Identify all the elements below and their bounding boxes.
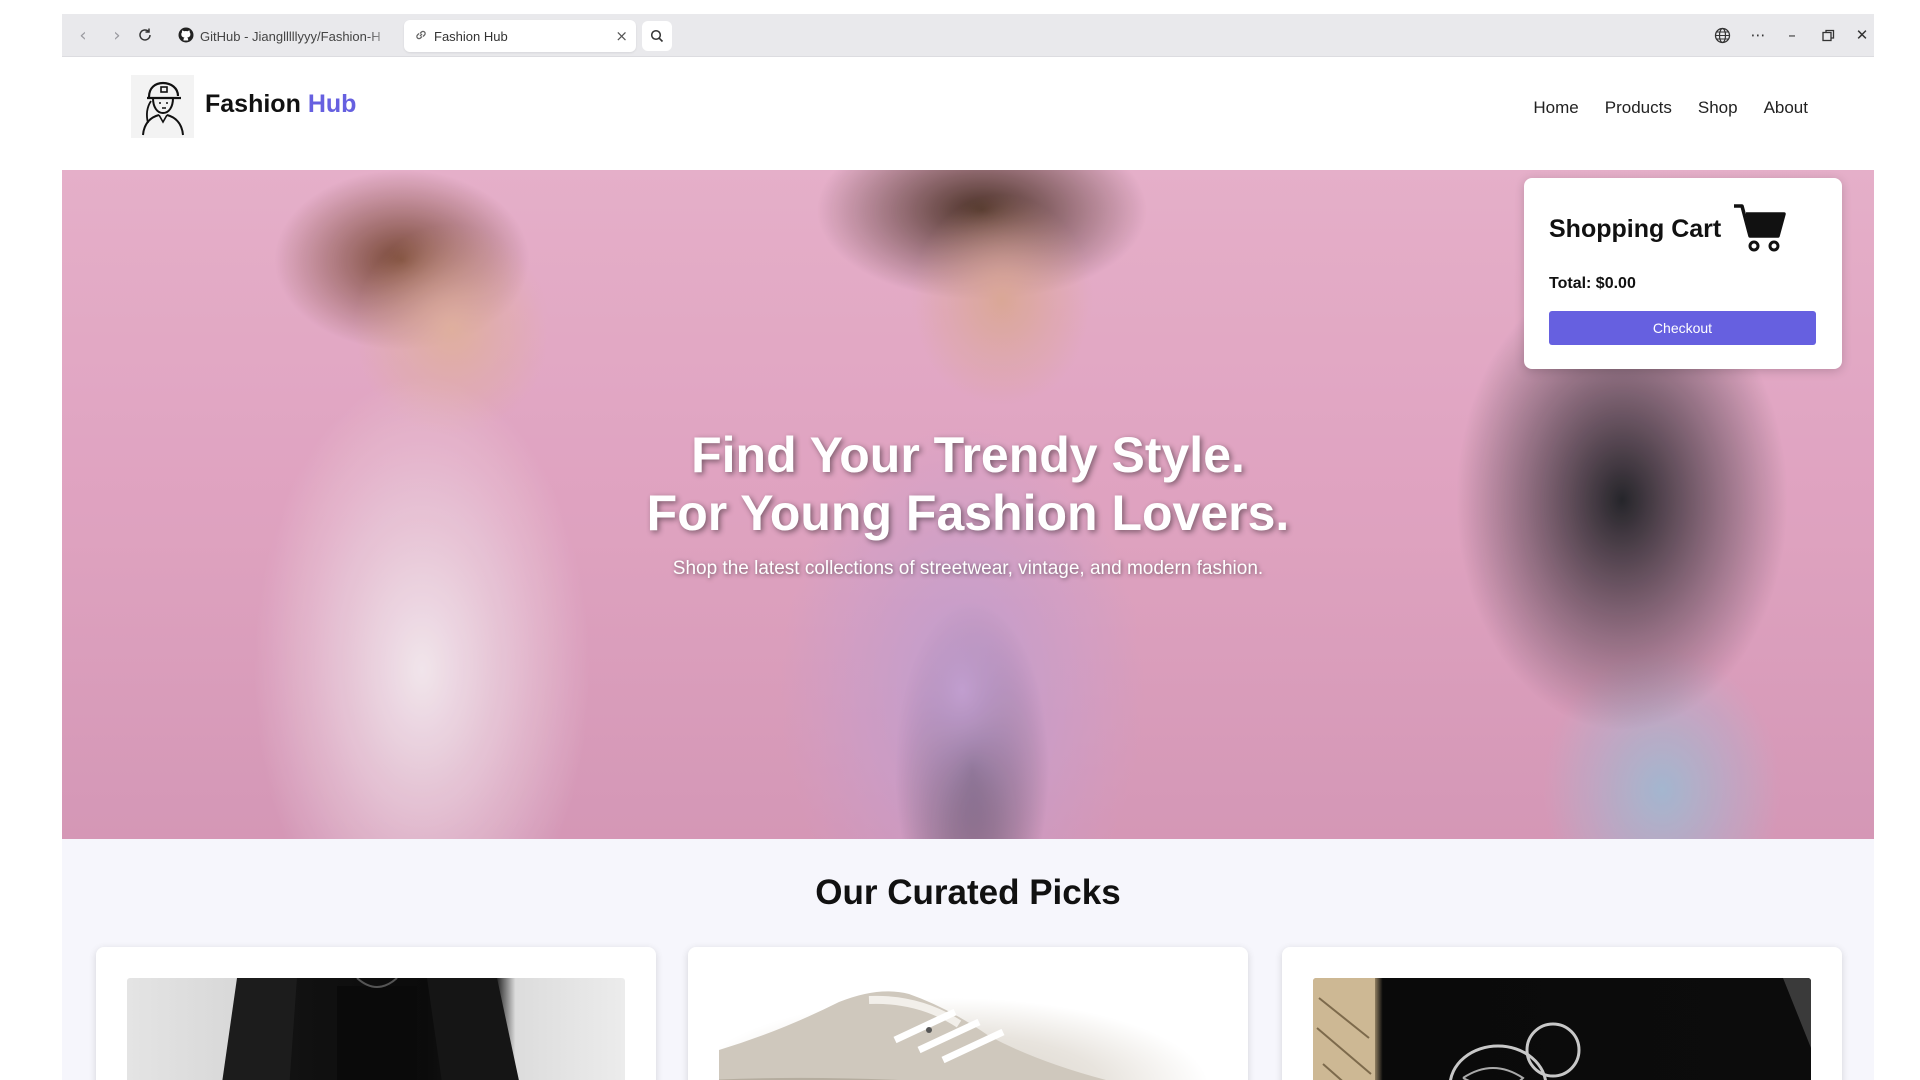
main-nav: Home Products Shop About [1533, 98, 1808, 118]
brand-main: Fashion [205, 90, 301, 118]
brand-accent: Hub [307, 90, 357, 118]
product-card-tshirt[interactable] [1282, 947, 1842, 1080]
nav-about[interactable]: About [1764, 98, 1808, 118]
section-title: Our Curated Picks [815, 873, 1121, 912]
minimize-icon[interactable]: – [1780, 24, 1804, 46]
forward-icon[interactable]: › [106, 24, 128, 46]
hero-title-line-2: For Young Fashion Lovers. [646, 485, 1290, 541]
brand-name[interactable]: Fashion Hub [205, 90, 356, 119]
tab-fashion-hub-label: Fashion Hub [434, 28, 508, 44]
site-header: Fashion Hub Home Products Shop About [62, 57, 1874, 170]
product-card-jacket[interactable]: adbreaking [96, 947, 656, 1080]
checkout-button[interactable]: Checkout [1549, 311, 1816, 345]
globe-icon[interactable] [1710, 24, 1734, 46]
hero-title: Find Your Trendy Style. For Young Fashio… [62, 426, 1874, 542]
close-tab-icon[interactable]: × [615, 27, 628, 45]
restore-icon[interactable] [1816, 24, 1840, 46]
shopping-cart-panel: Shopping Cart Total: $0.00 Checkout [1524, 178, 1842, 369]
cart-title: Shopping Cart [1549, 215, 1722, 243]
close-window-icon[interactable]: ✕ [1850, 24, 1874, 46]
browser-toolbar: ‹ › GitHub - Jianglllllyyy/Fashion-H Fas… [62, 14, 1874, 57]
product-image-sneaker[interactable] [719, 978, 1217, 1080]
cart-icon [1732, 202, 1788, 259]
product-image-tshirt[interactable] [1313, 978, 1811, 1080]
back-icon[interactable]: ‹ [72, 24, 94, 46]
nav-shop[interactable]: Shop [1698, 98, 1738, 118]
tab-fashion-hub[interactable]: Fashion Hub × [404, 20, 636, 52]
browser-window: ‹ › GitHub - Jianglllllyyy/Fashion-H Fas… [62, 14, 1874, 1080]
curated-section: Our Curated Picks adbreaking [62, 839, 1874, 1080]
nav-home[interactable]: Home [1533, 98, 1578, 118]
reload-icon[interactable] [134, 24, 156, 46]
hero-text: Find Your Trendy Style. For Young Fashio… [62, 426, 1874, 580]
nav-products[interactable]: Products [1605, 98, 1672, 118]
link-icon [414, 28, 428, 45]
github-icon [178, 27, 194, 46]
hero-subtitle: Shop the latest collections of streetwea… [672, 558, 1264, 579]
tab-github[interactable]: GitHub - Jianglllllyyy/Fashion-H [170, 20, 396, 52]
product-image-jacket[interactable]: adbreaking [127, 978, 625, 1080]
hero-title-line-1: Find Your Trendy Style. [691, 427, 1245, 483]
search-icon[interactable] [642, 21, 672, 51]
product-card-sneaker[interactable] [688, 947, 1248, 1080]
logo-avatar-icon [141, 81, 184, 135]
tab-github-label: GitHub - Jianglllllyyy/Fashion-H [200, 28, 381, 44]
more-icon[interactable]: ⋯ [1746, 24, 1770, 46]
cart-total: Total: $0.00 [1549, 275, 1636, 292]
logo[interactable] [131, 75, 194, 138]
